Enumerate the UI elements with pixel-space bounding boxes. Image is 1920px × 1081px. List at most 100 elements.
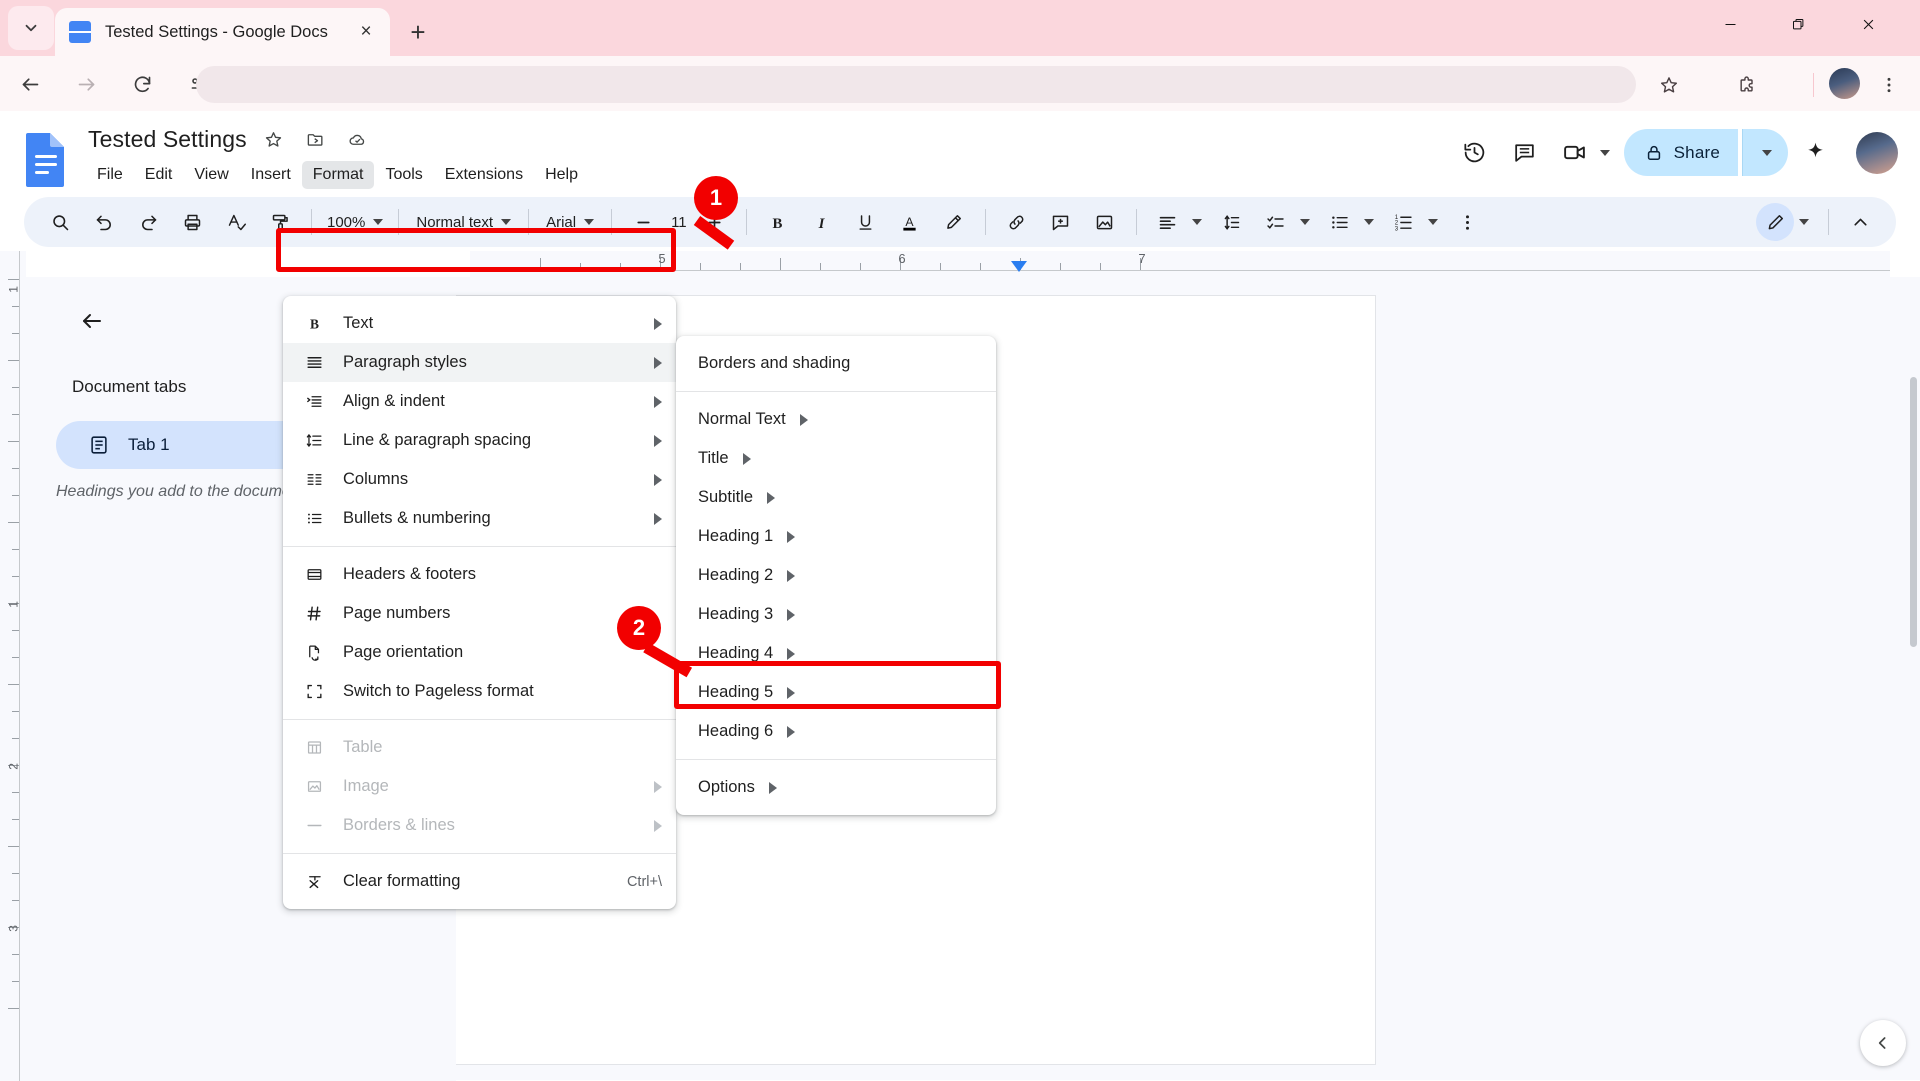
forward-icon[interactable] <box>66 64 106 104</box>
menu-edit[interactable]: Edit <box>134 161 184 189</box>
menu-item-columns[interactable]: Columns <box>283 460 676 499</box>
meet-button[interactable] <box>1552 130 1610 176</box>
menu-item-label: Table <box>343 738 383 756</box>
back-icon[interactable] <box>10 64 50 104</box>
add-comment-icon[interactable] <box>1042 203 1080 241</box>
menu-item-label: Columns <box>343 470 409 488</box>
meet-icon[interactable] <box>1552 130 1598 176</box>
undo-icon[interactable] <box>85 203 123 241</box>
chevron-down-icon[interactable] <box>1599 149 1610 156</box>
submenu-item-label: Heading 5 <box>698 683 774 701</box>
checklist-icon[interactable] <box>1257 203 1295 241</box>
search-icon[interactable] <box>41 203 79 241</box>
back-arrow-icon[interactable] <box>72 301 112 341</box>
menu-item-align-indent[interactable]: Align & indent <box>283 382 676 421</box>
extensions-icon[interactable] <box>1730 68 1764 102</box>
new-tab-button[interactable]: + <box>400 14 436 50</box>
numbered-list-icon[interactable]: 123 <box>1385 203 1423 241</box>
chrome-menu-icon[interactable] <box>1872 68 1906 102</box>
chevron-down-icon <box>584 219 595 225</box>
chevron-down-icon[interactable] <box>1427 219 1438 225</box>
menu-item-line-paragraph-spacing[interactable]: Line & paragraph spacing <box>283 421 676 460</box>
menu-item-label: Page orientation <box>343 643 464 661</box>
menu-item-headers-footers[interactable]: Headers & footers <box>283 555 676 594</box>
share-button[interactable]: Share <box>1623 129 1738 176</box>
menu-tools[interactable]: Tools <box>374 161 433 189</box>
font-family-selector[interactable]: Arial <box>538 214 602 231</box>
insert-image-icon[interactable] <box>1086 203 1124 241</box>
line-spacing-icon[interactable] <box>1213 203 1251 241</box>
align-icon[interactable] <box>1149 203 1187 241</box>
link-icon[interactable] <box>998 203 1036 241</box>
cloud-saved-icon[interactable] <box>343 124 373 154</box>
menu-format[interactable]: Format <box>301 161 375 189</box>
submenu-item-heading-1[interactable]: Heading 1 <box>676 517 996 556</box>
paragraph-style-selector[interactable]: Normal text <box>408 214 519 231</box>
redo-icon[interactable] <box>129 203 167 241</box>
menu-item-bullets-numbering[interactable]: Bullets & numbering <box>283 499 676 538</box>
menu-help[interactable]: Help <box>534 161 589 189</box>
text-color-icon[interactable]: A <box>891 203 929 241</box>
star-icon[interactable] <box>259 124 289 154</box>
zoom-selector[interactable]: 100% <box>321 214 389 231</box>
menu-item-page-orientation[interactable]: Page orientation <box>283 633 676 672</box>
submenu-item-heading-4[interactable]: Heading 4 <box>676 634 996 673</box>
print-icon[interactable] <box>173 203 211 241</box>
close-icon[interactable]: × <box>352 18 380 46</box>
window-close-icon[interactable] <box>1838 0 1898 48</box>
chevron-down-icon[interactable] <box>1191 219 1202 225</box>
submenu-item-title[interactable]: Title <box>676 439 996 478</box>
spellcheck-icon[interactable] <box>217 203 255 241</box>
lock-icon <box>1647 145 1660 160</box>
editing-mode-icon[interactable] <box>1756 203 1794 241</box>
browser-tab[interactable]: Tested Settings - Google Docs × <box>55 8 390 56</box>
more-options-icon[interactable] <box>1449 203 1487 241</box>
hide-menus-icon[interactable] <box>1841 203 1879 241</box>
decrease-font-size-button[interactable] <box>624 203 662 241</box>
bookmark-star-icon[interactable] <box>1652 68 1686 102</box>
tab-search-icon[interactable] <box>8 6 54 50</box>
chevron-down-icon[interactable] <box>1299 219 1310 225</box>
menu-extensions[interactable]: Extensions <box>434 161 534 189</box>
maximize-icon[interactable] <box>1768 0 1828 48</box>
menu-file[interactable]: File <box>86 161 134 189</box>
profile-avatar[interactable] <box>1829 68 1860 99</box>
minimize-icon[interactable] <box>1700 0 1760 48</box>
document-title[interactable]: Tested Settings <box>88 126 247 153</box>
bulleted-list-icon[interactable] <box>1321 203 1359 241</box>
italic-icon[interactable]: I <box>803 203 841 241</box>
highlight-color-icon[interactable] <box>935 203 973 241</box>
vertical-scrollbar[interactable] <box>1908 277 1920 1080</box>
scrollbar-thumb[interactable] <box>1910 377 1917 647</box>
reload-icon[interactable] <box>122 64 162 104</box>
submenu-item-subtitle[interactable]: Subtitle <box>676 478 996 517</box>
chevron-down-icon[interactable] <box>1799 219 1809 225</box>
address-bar[interactable] <box>196 66 1636 103</box>
chevron-down-icon[interactable] <box>1363 219 1374 225</box>
move-to-folder-icon[interactable] <box>301 124 331 154</box>
menu-item-switch-pageless[interactable]: Switch to Pageless format <box>283 672 676 711</box>
share-dropdown-button[interactable] <box>1742 129 1788 176</box>
collapse-panel-button[interactable] <box>1860 1020 1906 1066</box>
menu-item-paragraph-styles[interactable]: Paragraph styles <box>283 343 676 382</box>
comments-icon[interactable] <box>1502 130 1548 176</box>
menu-insert[interactable]: Insert <box>240 161 302 189</box>
paint-format-icon[interactable] <box>261 203 299 241</box>
bold-icon[interactable]: B <box>759 203 797 241</box>
submenu-item-borders-and-shading[interactable]: Borders and shading <box>676 344 996 383</box>
submenu-item-options[interactable]: Options <box>676 768 996 807</box>
submenu-item-heading-5[interactable]: Heading 5 <box>676 673 996 712</box>
submenu-item-heading-3[interactable]: Heading 3 <box>676 595 996 634</box>
underline-icon[interactable] <box>847 203 885 241</box>
font-size-field[interactable]: 11 <box>665 210 693 235</box>
gemini-spark-icon[interactable] <box>1792 130 1838 176</box>
menu-item-clear-formatting[interactable]: Clear formatting Ctrl+\ <box>283 862 676 901</box>
right-indent-marker[interactable] <box>1011 261 1027 272</box>
menu-item-text[interactable]: B Text <box>283 304 676 343</box>
submenu-item-heading-6[interactable]: Heading 6 <box>676 712 996 751</box>
menu-view[interactable]: View <box>183 161 239 189</box>
account-avatar[interactable] <box>1856 131 1898 174</box>
version-history-icon[interactable] <box>1452 130 1498 176</box>
submenu-item-normal-text[interactable]: Normal Text <box>676 400 996 439</box>
submenu-item-heading-2[interactable]: Heading 2 <box>676 556 996 595</box>
